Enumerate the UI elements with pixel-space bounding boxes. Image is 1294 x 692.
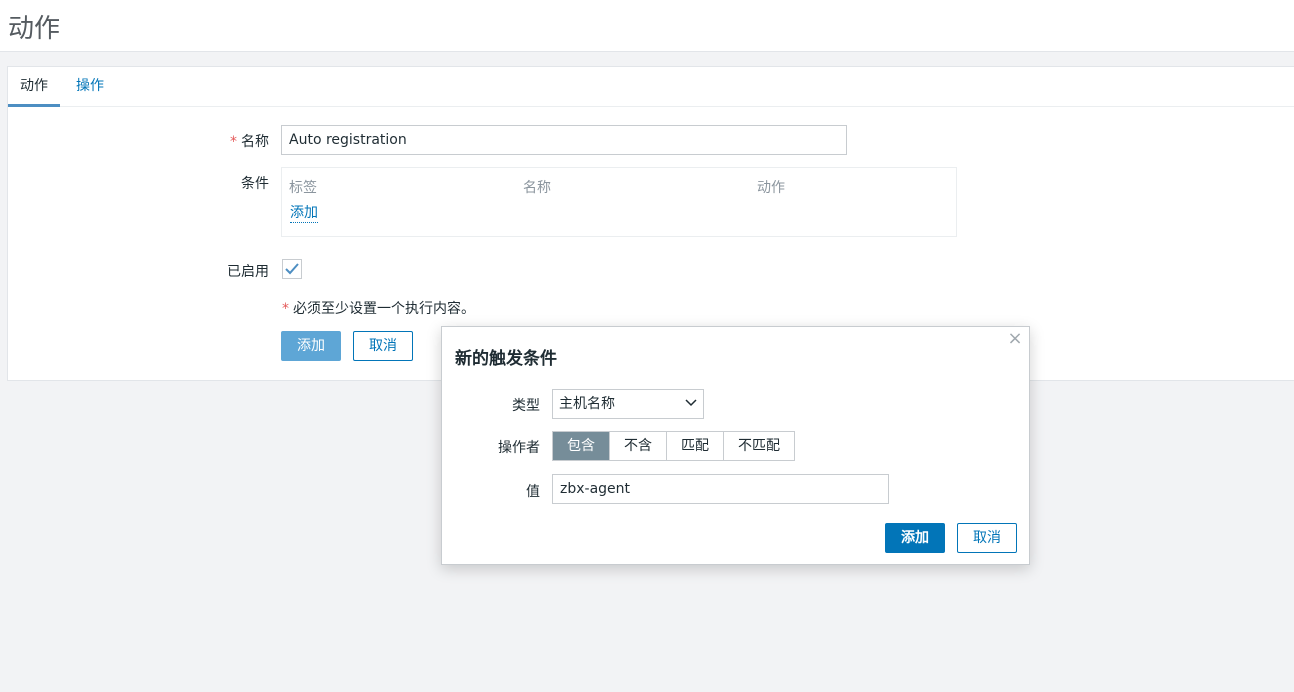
name-input[interactable]: Auto registration: [281, 125, 847, 155]
operator-segmented-control: 包含 不含 匹配 不匹配: [552, 431, 795, 461]
chevron-down-icon: [685, 399, 697, 407]
type-select-value: 主机名称: [559, 396, 615, 412]
tab-bar: 动作 操作: [8, 67, 1294, 107]
tab-operations[interactable]: 操作: [64, 67, 116, 107]
name-label: * 名称: [149, 131, 269, 151]
name-label-text: 名称: [241, 134, 269, 150]
page-title: 动作: [8, 14, 61, 44]
conditions-header-name: 名称: [523, 180, 551, 196]
operator-not-matches[interactable]: 不匹配: [724, 432, 794, 460]
close-icon[interactable]: ×: [1007, 330, 1023, 348]
operator-label: 操作者: [498, 440, 540, 456]
value-label: 值: [526, 484, 540, 500]
tab-action[interactable]: 动作: [8, 67, 60, 107]
conditions-header-label: 标签: [289, 180, 317, 196]
dialog-cancel-button[interactable]: 取消: [957, 523, 1017, 553]
cancel-action-button[interactable]: 取消: [353, 331, 413, 361]
enabled-label: 已启用: [227, 264, 269, 280]
hint-text: 必须至少设置一个执行内容。: [293, 301, 475, 317]
page-header: 动作: [0, 0, 1294, 52]
required-mark: *: [230, 134, 237, 150]
new-condition-dialog: 新的触发条件 × 类型 主机名称 操作者 包含 不含 匹配 不匹配 值 zbx-…: [441, 326, 1030, 565]
conditions-header-action: 动作: [757, 180, 785, 196]
check-icon: [285, 263, 299, 275]
conditions-label: 条件: [241, 176, 269, 192]
dialog-title: 新的触发条件: [455, 349, 557, 369]
hint-required-mark: *: [282, 301, 289, 317]
operator-not-contains[interactable]: 不含: [610, 432, 667, 460]
add-action-button[interactable]: 添加: [281, 331, 341, 361]
operator-matches[interactable]: 匹配: [667, 432, 724, 460]
operator-contains[interactable]: 包含: [553, 432, 610, 460]
conditions-table: 标签 名称 动作 添加: [281, 167, 957, 237]
enabled-checkbox[interactable]: [282, 259, 302, 279]
type-label: 类型: [512, 398, 540, 414]
required-hint: * 必须至少设置一个执行内容。: [282, 298, 475, 318]
add-condition-link[interactable]: 添加: [290, 204, 318, 223]
type-select[interactable]: 主机名称: [552, 389, 704, 419]
value-input[interactable]: zbx-agent: [552, 474, 889, 504]
dialog-add-button[interactable]: 添加: [885, 523, 945, 553]
